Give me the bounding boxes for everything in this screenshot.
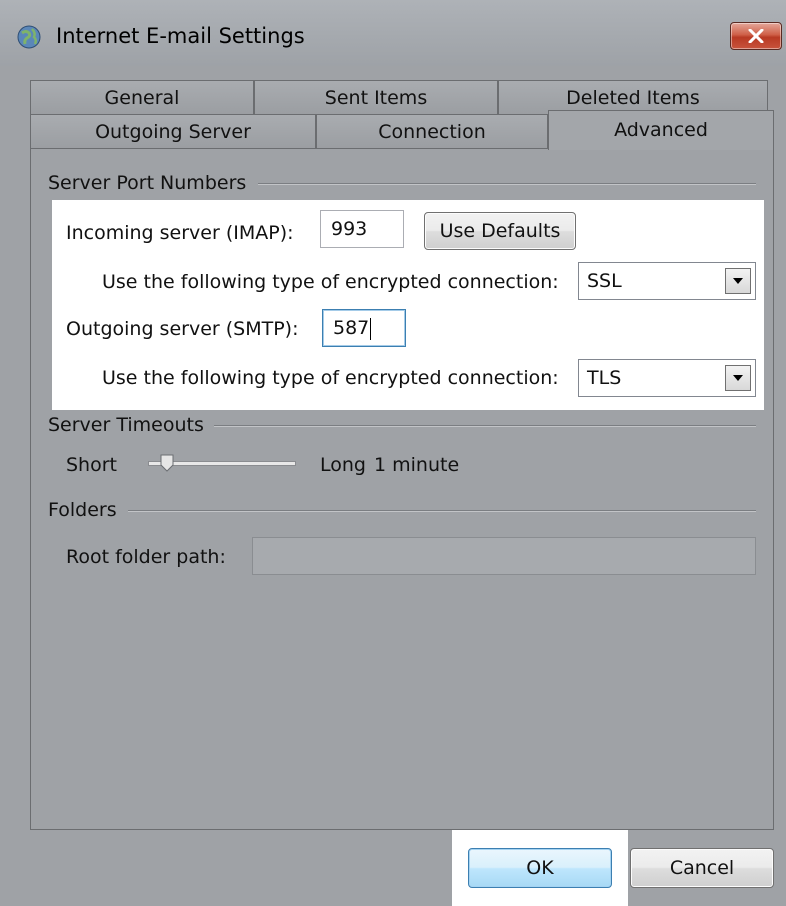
folders-heading: Folders [48, 499, 125, 521]
cancel-label: Cancel [669, 857, 735, 879]
email-settings-dialog: Internet E-mail Settings General Sent It… [0, 0, 786, 906]
group-divider [128, 510, 756, 511]
close-x-icon [748, 29, 764, 43]
tab-label: Sent Items [324, 87, 428, 109]
globe-mail-icon [16, 24, 42, 50]
close-button[interactable] [730, 22, 782, 50]
outgoing-server-label: Outgoing server (SMTP): [66, 318, 299, 340]
server-port-numbers-heading: Server Port Numbers [48, 172, 255, 194]
outgoing-encryption-value: TLS [587, 367, 622, 389]
incoming-port-input[interactable]: 993 [320, 210, 404, 248]
tab-general[interactable]: General [30, 80, 254, 114]
tab-sent-items[interactable]: Sent Items [254, 80, 498, 114]
timeout-slider-thumb[interactable] [160, 454, 174, 472]
timeout-value-label: 1 minute [374, 454, 460, 476]
tab-label: Outgoing Server [95, 121, 251, 143]
use-defaults-label: Use Defaults [439, 220, 561, 242]
tab-label: General [104, 87, 180, 109]
incoming-encryption-label: Use the following type of encrypted conn… [102, 271, 559, 293]
root-folder-label: Root folder path: [66, 546, 226, 568]
title-bar[interactable]: Internet E-mail Settings [0, 0, 786, 66]
group-divider [258, 183, 756, 184]
cancel-button[interactable]: Cancel [630, 848, 774, 888]
tab-label: Connection [378, 121, 486, 143]
tab-label: Advanced [614, 119, 708, 141]
chevron-down-icon [733, 375, 743, 381]
tab-outgoing-server[interactable]: Outgoing Server [30, 114, 316, 148]
ok-label: OK [526, 857, 554, 879]
group-divider [214, 425, 756, 426]
tab-deleted-items[interactable]: Deleted Items [498, 80, 768, 114]
long-label: Long [320, 454, 366, 476]
tab-label: Deleted Items [566, 87, 700, 109]
short-label: Short [66, 454, 117, 476]
incoming-port-value: 993 [331, 218, 368, 240]
incoming-encryption-value: SSL [587, 270, 622, 292]
server-timeouts-heading: Server Timeouts [48, 414, 212, 436]
ok-button[interactable]: OK [468, 848, 612, 888]
text-caret [370, 317, 372, 340]
tab-advanced[interactable]: Advanced [548, 110, 774, 150]
incoming-server-label: Incoming server (IMAP): [66, 222, 294, 244]
outgoing-port-value: 587 [333, 317, 370, 339]
dropdown-arrow-button[interactable] [725, 268, 751, 294]
outgoing-port-input[interactable]: 587 [322, 309, 406, 347]
tab-connection[interactable]: Connection [316, 114, 548, 148]
outgoing-encryption-select[interactable]: TLS [578, 359, 756, 397]
chevron-down-icon [733, 278, 743, 284]
incoming-encryption-select[interactable]: SSL [578, 262, 756, 300]
outgoing-encryption-label: Use the following type of encrypted conn… [102, 367, 559, 389]
root-folder-input[interactable] [252, 537, 756, 575]
use-defaults-button[interactable]: Use Defaults [424, 212, 576, 250]
window-title: Internet E-mail Settings [56, 24, 305, 48]
dropdown-arrow-button[interactable] [725, 365, 751, 391]
